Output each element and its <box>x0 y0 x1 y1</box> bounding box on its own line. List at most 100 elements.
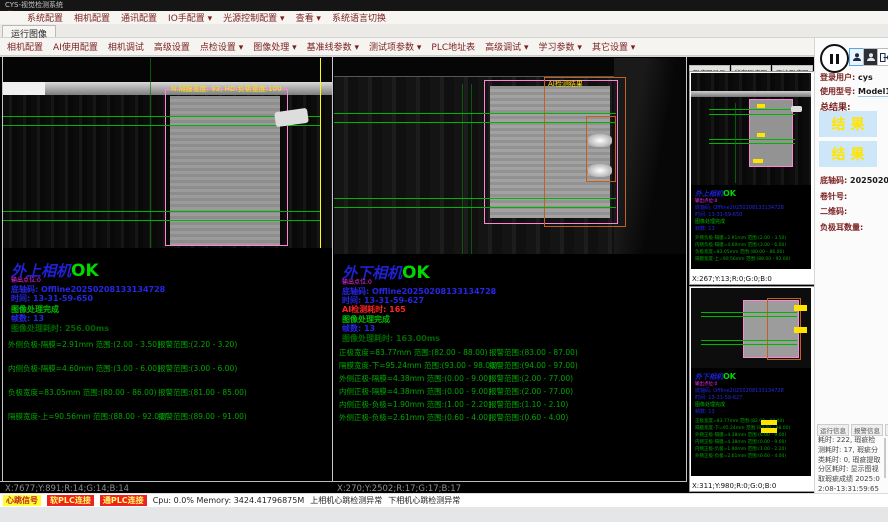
yellow-ruler-line <box>320 58 321 248</box>
thumb-image-lower <box>691 288 811 368</box>
result-box-upper: 结果 <box>819 111 877 137</box>
toolbar-item[interactable]: 点检设置 ▾ <box>200 40 243 53</box>
toolbar-item[interactable]: 测试项参数 ▾ <box>369 40 421 53</box>
measurement-row: 内侧正极-负极=1.90mm 范围:(1.00 - 2.20) <box>695 446 809 453</box>
bright-block <box>3 82 45 95</box>
toolbar-item[interactable]: 相机调试 <box>108 40 144 53</box>
exit-door-icon <box>879 52 888 63</box>
toolbar-item[interactable]: 图像处理 ▾ <box>253 40 296 53</box>
measurement-row: 隔膜宽度-上=90.56mm 范围:(88.00 - 92.00) 报警范围:(… <box>8 411 330 435</box>
menu-item[interactable]: 系统配置 <box>27 11 63 24</box>
measurement-value: 外侧正极-负极=2.61mm 范围:(0.60 - 4.00) <box>695 453 786 459</box>
panel-separator <box>686 57 687 481</box>
user-login-button[interactable] <box>849 48 864 66</box>
measurement-row: 内侧负极-隔膜=4.60mm 范围:(3.00 - 6.00) 报警范围:(3.… <box>8 363 330 387</box>
overlay-ai-label: AI检测结果 <box>548 79 583 89</box>
toolbar-item[interactable]: AI使用配置 <box>53 40 98 53</box>
measurement-row: 隔膜宽度-下=95.24mm 范围:(93.00 - 98.00) 报警范围:(… <box>339 360 684 373</box>
toolbar-item[interactable]: 基准线参数 ▾ <box>307 40 359 53</box>
tab-run-image[interactable]: 运行图像 <box>2 25 56 37</box>
green-vline <box>735 103 736 183</box>
barcode-text: 底轴码: Offline20250208133134728 <box>695 204 784 211</box>
measurement-value: 内侧正极-隔膜=4.38mm 范围:(0.00 - 9.00) <box>339 386 491 397</box>
toolbar-item[interactable]: 其它设置 ▾ <box>592 40 635 53</box>
toolbar: 相机配置 AI使用配置相机调试高级设置点检设置 ▾ 图像处理 ▾ 基准线参数 ▾ 测试项… <box>0 38 888 56</box>
camera-view-lower[interactable]: AI检测结果 <box>334 58 686 254</box>
camera-name: 外下相机 <box>695 372 723 381</box>
toolbar-item[interactable]: PLC地址表 <box>431 40 475 53</box>
yellow-mark <box>753 159 763 163</box>
measurement-value: 外侧正极-隔膜=4.38mm 范围:(0.00 - 9.00) <box>339 373 491 384</box>
user-badge-button[interactable] <box>863 48 878 66</box>
process-done-text: 图像处理完成 <box>695 218 725 225</box>
model-value[interactable]: Model1 <box>858 87 888 97</box>
login-row: 登录用户: cys <box>820 72 873 83</box>
toolbar-item[interactable]: 学习参数 ▾ <box>539 40 582 53</box>
info-tab[interactable]: 报警信息 <box>851 424 883 436</box>
measurement-value: 外侧正极-负极=2.61mm 范围:(0.60 - 4.00) <box>339 412 491 423</box>
toolbar-item[interactable]: 高级设置 <box>154 40 190 53</box>
info-tab[interactable]: 运行信息 <box>817 424 849 436</box>
menu-item[interactable]: 通讯配置 <box>121 11 157 24</box>
connector-part <box>791 106 802 112</box>
process-time-text: 图像处理耗时: 256.00ms <box>11 323 109 334</box>
measurement-value: 隔膜宽度-下=95.24mm 范围:(93.00 - 98.00) <box>339 360 498 371</box>
sidebar: 登录用户: cys 使用型号: Model1 总结果: 结果 结果 底轴码: 2… <box>814 38 888 493</box>
plc-soft-badge: 软PLC连接 <box>47 495 94 506</box>
exit-button[interactable] <box>877 48 888 66</box>
pink-roi-box <box>165 89 288 246</box>
camera-panel-lower: AI检测结果 外下相机OK 输出点位:0 底轴码: Offline2025020… <box>334 57 686 481</box>
menu-item[interactable]: 系统语言切换 <box>332 11 386 24</box>
measure-line <box>334 207 616 208</box>
thumbnail-column: 瑕疵图显示所有瑕疵图面检瑕疵图 外上相机OK <box>689 57 814 494</box>
menu-item[interactable]: 查看 ▾ <box>296 11 321 24</box>
tab-count-label: 负极耳数量: <box>820 222 863 233</box>
thumb-tabs: 瑕疵图显示所有瑕疵图面检瑕疵图 <box>689 60 814 71</box>
measurement-list: 外侧负极-隔膜=2.91mm 范围:(2.00 - 3.50) 报警范围:(2.… <box>8 339 330 435</box>
info-scrollbar[interactable] <box>884 438 886 478</box>
login-label: 登录用户: <box>820 73 855 82</box>
alarm-range: 报警范围:(2.00 - 77.00) <box>489 386 573 397</box>
heartbeat-badge: 心跳信号 <box>3 495 41 506</box>
model-label: 使用型号: <box>820 87 855 96</box>
measure-line <box>334 122 616 123</box>
cpu-memory-text: Cpu: 0.0% Memory: 3424.41796875M <box>153 496 305 505</box>
measurement-value: 外侧负极-隔膜=2.91mm 范围:(2.00 - 3.50) <box>8 339 160 350</box>
toolbar-item[interactable]: 高级调试 ▾ <box>485 40 528 53</box>
thumb-text-upper: 外上相机OK 输出点位:0 底轴码: Offline20250208133134… <box>691 185 811 269</box>
menu-item[interactable]: 相机配置 <box>74 11 110 24</box>
measurement-row: 内侧正极-隔膜=4.38mm 范围:(0.00 - 9.00) <box>695 439 809 446</box>
green-vline <box>471 84 472 254</box>
yellow-highlight <box>761 428 777 433</box>
bright-band <box>691 91 811 97</box>
measure-line <box>3 211 320 212</box>
frame-text: 帧数: 13 <box>695 225 715 232</box>
pixel-coords-thumb-lower: X:311;Y:980;R:0;G:0;B:0 <box>692 482 776 490</box>
camera-view-upper[interactable]: N:隔膜宽度: 93; HD:负极宽度:100 <box>3 58 332 248</box>
measurement-list: 正极宽度=83.77mm 范围:(82.00 - 88.00) 报警范围:(83… <box>339 347 684 425</box>
alarm-range: 报警范围:(1.10 - 2.10) <box>489 399 568 410</box>
measurement-row: 外侧负极-隔膜=2.91mm 范围:(2.00 - 3.50) 报警范围:(2.… <box>8 339 330 363</box>
statusbar: 心跳信号 软PLC连接 通PLC连接 Cpu: 0.0% Memory: 342… <box>0 493 888 507</box>
thumbnail-lower[interactable]: 外下相机OK 输出点位:0 底轴码: Offline20250208133134… <box>689 286 815 492</box>
measurement-value: 隔膜宽度-上=90.56mm 范围:(88.00 - 92.00) <box>8 411 167 422</box>
output-point-text: 输出点位:0 <box>342 277 372 286</box>
camera-up-heartbeat-text: 上相机心跳检测异常 <box>310 495 382 506</box>
menu-item[interactable]: IO手配置 ▾ <box>168 11 212 24</box>
menubar: 系统配置相机配置通讯配置 IO手配置 ▾ 光源控制配置 ▾ 查看 ▾ 系统语言切换 <box>0 11 888 24</box>
measure-line <box>709 114 795 115</box>
output-point-text: 输出点位:0 <box>11 275 41 284</box>
toolbar-item[interactable]: 相机配置 <box>7 40 43 53</box>
pause-icon <box>830 54 833 64</box>
pause-button[interactable] <box>820 44 849 73</box>
measurement-value: 内侧正极-负极=1.90mm 范围:(1.00 - 2.20) <box>339 399 491 410</box>
thumbnail-upper[interactable]: 外上相机OK 输出点位:0 底轴码: Offline20250208133134… <box>689 71 815 285</box>
measure-line <box>709 143 795 144</box>
green-vline <box>462 84 463 254</box>
user-badge-icon <box>866 52 876 62</box>
menu-item[interactable]: 光源控制配置 ▾ <box>223 11 284 24</box>
status-ok: OK <box>71 261 99 281</box>
time-text: 时间: 13-31-59-627 <box>695 394 742 401</box>
measurement-row: 外侧负极-隔膜=2.91mm 范围:(2.00 - 3.50) <box>695 235 809 242</box>
login-value: cys <box>858 73 873 82</box>
